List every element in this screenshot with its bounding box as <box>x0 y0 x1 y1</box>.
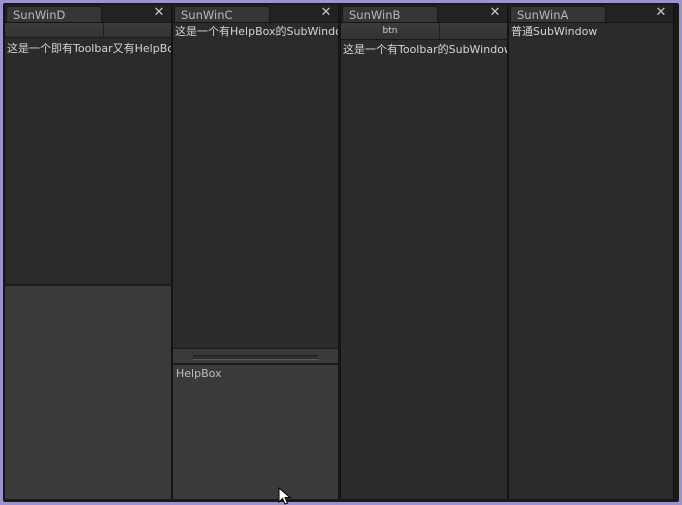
tab-strip: SunWinB ✕ <box>341 5 507 23</box>
tab-sunwinc[interactable]: SunWinC <box>174 6 270 22</box>
subwindow-sunwinb: SunWinB ✕ btn 这是一个有Toolbar的SubWindow <box>340 5 508 499</box>
toolbar-button[interactable] <box>5 23 104 37</box>
editor-window: SunWinD ✕ 这是一个即有Toolbar又有HelpBox的SubWind… <box>3 3 679 502</box>
toolbar: btn <box>341 23 507 40</box>
subwindow-label: 这是一个有HelpBox的SubWindow <box>175 25 338 38</box>
tab-sunwind[interactable]: SunWinD <box>6 6 102 22</box>
mouse-cursor-icon <box>278 487 292 505</box>
subwindow-content: 普通SubWindow <box>509 23 673 499</box>
grip-icon <box>193 355 318 360</box>
tab-sunwinb[interactable]: SunWinB <box>342 6 438 22</box>
helpbox-area <box>5 284 171 499</box>
helpbox-area: HelpBox <box>173 363 338 499</box>
subwindow-sunwina: SunWinA ✕ 普通SubWindow <box>508 5 674 499</box>
tab-sunwina[interactable]: SunWinA <box>510 6 606 22</box>
close-icon[interactable]: ✕ <box>655 6 667 20</box>
subwindow-sunwind: SunWinD ✕ 这是一个即有Toolbar又有HelpBox的SubWind… <box>4 5 172 499</box>
subwindow-label: 普通SubWindow <box>511 25 598 38</box>
tab-strip: SunWinC ✕ <box>173 5 338 23</box>
close-icon[interactable]: ✕ <box>153 6 165 20</box>
subwindow-content: 这是一个有HelpBox的SubWindow HelpBox <box>173 23 338 499</box>
close-icon[interactable]: ✕ <box>489 6 501 20</box>
toolbar-button[interactable]: btn <box>341 23 440 39</box>
tab-strip: SunWinA ✕ <box>509 5 673 23</box>
subwindow-content: 这是一个即有Toolbar又有HelpBox的SubWindow <box>5 23 171 499</box>
toolbar <box>5 23 171 38</box>
subwindow-label: 这是一个即有Toolbar又有HelpBox的SubWindow <box>7 42 171 55</box>
subwindow-sunwinc: SunWinC ✕ 这是一个有HelpBox的SubWindow HelpBox <box>172 5 339 499</box>
helpbox-text: HelpBox <box>176 367 222 380</box>
subwindow-content: btn 这是一个有Toolbar的SubWindow <box>341 23 507 499</box>
close-icon[interactable]: ✕ <box>320 6 332 20</box>
tab-strip: SunWinD ✕ <box>5 5 171 23</box>
subwindow-label: 这是一个有Toolbar的SubWindow <box>343 43 507 56</box>
